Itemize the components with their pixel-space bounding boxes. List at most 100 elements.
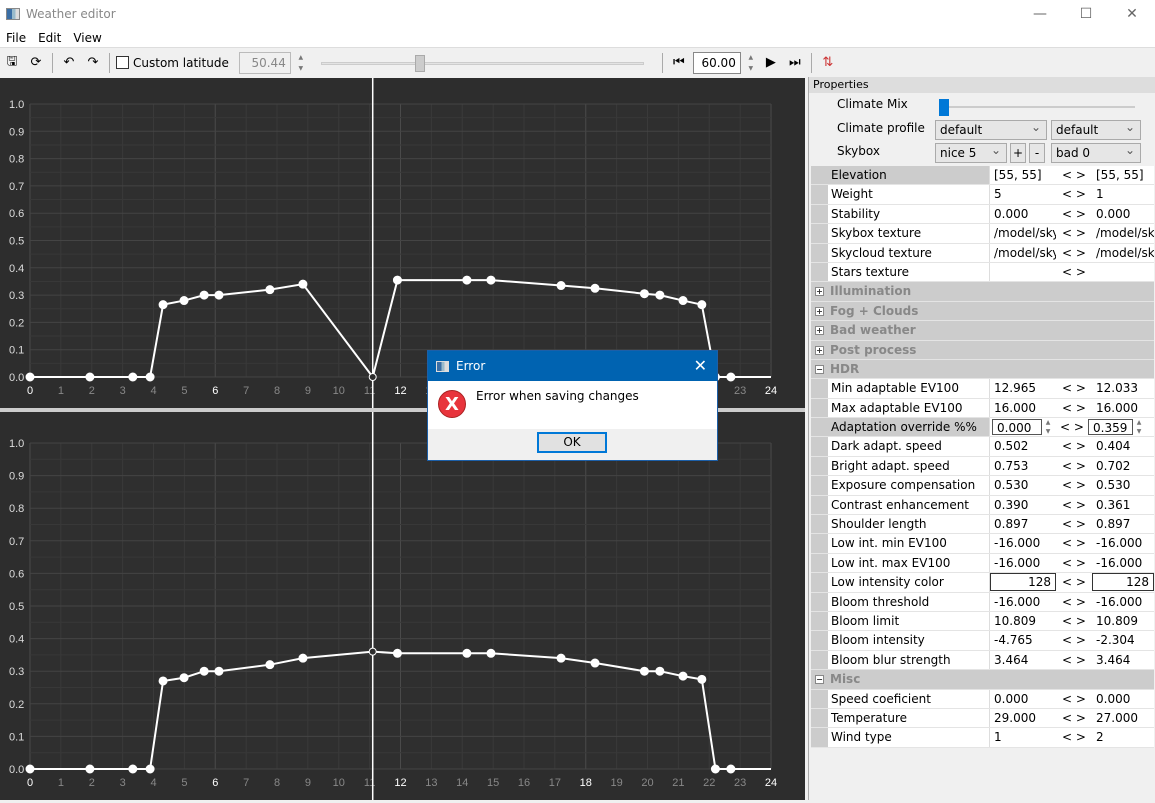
data-point[interactable] [128,764,138,774]
data-point[interactable] [368,647,377,656]
close-button[interactable]: ✕ [1109,0,1155,28]
copy-arrows-button[interactable]: < > [1056,515,1092,533]
data-point[interactable] [158,300,168,310]
menu-edit[interactable]: Edit [32,31,67,45]
property-value-b[interactable]: [55, 55] [1092,166,1154,184]
property-row[interactable]: Skycloud texture /model/sky < > /model/s… [811,243,1154,263]
save-icon[interactable]: 🖫 [2,53,22,73]
property-row[interactable]: Low intensity color 128 < > 128 [811,573,1154,593]
property-value-b[interactable]: -16.000 [1092,554,1154,572]
property-value-b[interactable]: 3.464 [1092,651,1154,669]
data-point[interactable] [85,764,95,774]
property-row[interactable]: Exposure compensation 0.530 < > 0.530 [811,476,1154,496]
property-value-a[interactable]: 1 [990,728,1056,746]
data-point[interactable] [710,764,720,774]
copy-arrows-button[interactable]: < > [1056,476,1092,494]
data-point[interactable] [128,372,138,382]
property-value-b[interactable]: 0.000 [1092,690,1154,708]
property-value-a[interactable]: 0.000 [992,419,1042,436]
property-value-b[interactable]: -2.304 [1092,631,1154,649]
copy-arrows-button[interactable]: < > [1056,631,1092,649]
property-row[interactable]: Elevation [55, 55] < > [55, 55] [811,166,1154,186]
data-point[interactable] [158,676,168,686]
property-value-a[interactable] [990,263,1056,281]
data-point[interactable] [368,373,377,381]
data-point[interactable] [214,666,224,676]
climate-profile-a-select[interactable]: default [935,118,1047,140]
property-row[interactable]: Weight 5 < > 1 [811,185,1154,205]
copy-arrows-button[interactable]: < > [1056,651,1092,669]
property-value-a[interactable]: 128 [990,573,1056,592]
expand-icon[interactable]: + [815,345,824,355]
copy-arrows-button[interactable]: < > [1056,205,1092,223]
value-b-spinner[interactable]: ▲ ▼ [1133,418,1145,436]
minimize-button[interactable]: — [1017,0,1063,28]
skip-end-icon[interactable]: ⏭ [785,53,805,73]
expand-icon[interactable]: + [815,326,824,336]
latitude-input[interactable]: 50.44 [238,51,291,74]
property-row[interactable]: Speed coeficient 0.000 < > 0.000 [811,689,1154,709]
data-point[interactable] [639,289,649,299]
data-point[interactable] [655,666,665,676]
redo-icon[interactable]: ↷ [83,53,103,73]
property-row[interactable]: Adaptation override %% 0.000 ▲ ▼ < > 0.35… [811,418,1154,438]
property-row[interactable]: Stars texture < > [811,262,1154,283]
copy-arrows-button[interactable]: < > [1056,379,1092,397]
time-input[interactable]: 60.00 [692,51,741,74]
slider-handle[interactable] [939,99,949,116]
climate-mix-slider[interactable] [939,97,1135,117]
property-value-a[interactable]: 0.753 [990,457,1056,475]
data-point[interactable] [25,372,35,382]
copy-arrows-button[interactable]: < > [1056,244,1092,262]
reload-icon[interactable]: ⟳ [26,53,46,73]
copy-arrows-button[interactable]: < > [1056,496,1092,514]
property-value-b[interactable]: -16.000 [1092,534,1154,552]
property-row[interactable]: Bloom intensity -4.765 < > -2.304 [811,631,1154,651]
value-a-spinner[interactable]: ▲ ▼ [1042,418,1054,436]
property-value-b[interactable]: 27.000 [1092,709,1154,727]
property-value-b[interactable] [1092,263,1154,281]
property-value-a[interactable]: -4.765 [990,631,1056,649]
data-point[interactable] [486,275,496,285]
property-value-b[interactable]: 0.530 [1092,476,1154,494]
property-row[interactable]: Dark adapt. speed 0.502 < > 0.404 [811,437,1154,457]
property-value-a[interactable]: /model/sky [990,224,1056,242]
property-row[interactable]: Min adaptable EV100 12.965 < > 12.033 [811,379,1154,399]
property-value-a[interactable]: 10.809 [990,612,1056,630]
data-point[interactable] [678,296,688,306]
menu-view[interactable]: View [67,31,107,45]
curve-fit-icon[interactable]: ⇅ [818,53,838,73]
data-point[interactable] [298,653,308,663]
property-group-fog-clouds[interactable]: + Fog + Clouds [811,301,1154,322]
data-point[interactable] [392,648,402,658]
data-point[interactable] [556,281,566,291]
property-row[interactable]: Wind type 1 < > 2 [811,728,1154,748]
copy-arrows-button[interactable]: < > [1056,224,1092,242]
collapse-icon[interactable]: − [815,675,824,685]
copy-arrows-button[interactable]: < > [1056,612,1092,630]
property-value-a[interactable]: 0.000 [990,205,1056,223]
skybox-a-select[interactable]: nice 5 [935,141,1007,163]
property-value-a[interactable]: [55, 55] [990,166,1056,184]
maximize-button[interactable]: ☐ [1063,0,1109,28]
copy-arrows-button[interactable]: < > [1056,166,1092,184]
slider-handle[interactable] [414,54,425,72]
latitude-spinner[interactable]: ▲ ▼ [295,52,307,74]
data-point[interactable] [145,372,155,382]
add-skybox-button[interactable]: + [1010,143,1026,163]
property-value-b[interactable]: 0.361 [1092,496,1154,514]
time-spinner[interactable]: ▲ ▼ [745,52,757,74]
property-row[interactable]: Contrast enhancement 0.390 < > 0.361 [811,495,1154,516]
copy-arrows-button[interactable]: < > [1056,263,1092,281]
expand-icon[interactable]: + [815,306,824,316]
data-point[interactable] [486,648,496,658]
property-value-a[interactable]: -16.000 [990,593,1056,611]
data-point[interactable] [697,674,707,684]
property-row[interactable]: Bloom limit 10.809 < > 10.809 [811,611,1154,632]
custom-latitude-checkbox[interactable] [116,56,129,69]
ok-button[interactable]: OK [537,432,607,453]
property-row[interactable]: Temperature 29.000 < > 27.000 [811,708,1154,729]
data-point[interactable] [179,673,189,683]
property-value-b[interactable]: 0.000 [1092,205,1154,223]
dialog-close-button[interactable]: ✕ [694,356,707,375]
